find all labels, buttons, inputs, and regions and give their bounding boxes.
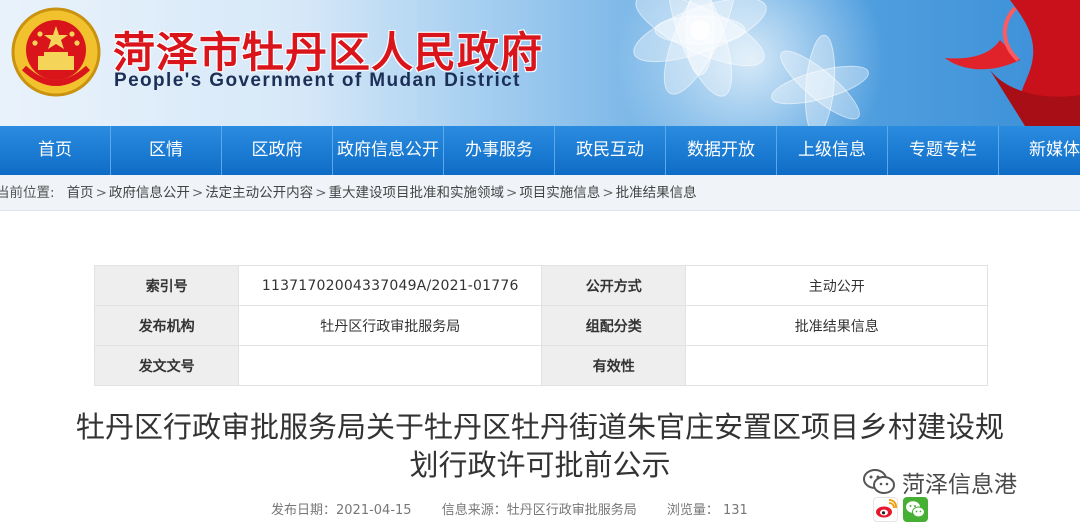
article-title-line-2: 划行政许可批前公示 xyxy=(409,448,671,482)
watermark-text: 菏泽信息港 xyxy=(902,472,1017,498)
article-title-line-1: 牡丹区行政审批服务局关于牡丹区牡丹街道朱官庄安置区项目乡村建设规 xyxy=(75,410,1004,444)
nav-item-open-data[interactable]: 数据开放 xyxy=(666,126,777,175)
document-number-label: 发文文号 xyxy=(93,345,240,386)
validity-value xyxy=(685,345,988,386)
watermark: 菏泽信息港 xyxy=(862,462,1017,502)
disclosure-method-label: 公开方式 xyxy=(541,265,687,306)
red-ribbon-decoration xyxy=(945,0,1080,126)
validity-label: 有效性 xyxy=(541,345,687,386)
breadcrumb-item-approval-results[interactable]: 批准结果信息 xyxy=(616,185,697,201)
breadcrumb-item-gov-info[interactable]: 政府信息公开 xyxy=(109,185,190,201)
breadcrumb-item-implementation[interactable]: 项目实施信息 xyxy=(519,185,600,201)
weibo-icon xyxy=(876,499,897,518)
index-number-label: 索引号 xyxy=(93,265,240,306)
table-row: 发布机构 牡丹区行政审批服务局 组配分类 批准结果信息 xyxy=(93,305,988,346)
breadcrumb-separator: > xyxy=(315,185,327,201)
site-banner: 菏泽市牡丹区人民政府 People's Government of Mudan … xyxy=(0,0,1080,126)
wechat-share-button[interactable] xyxy=(903,497,928,522)
wechat-channel-icon xyxy=(863,469,895,494)
flower-decoration xyxy=(633,0,869,126)
nav-item-district-info[interactable]: 区情 xyxy=(111,126,222,175)
weibo-share-button[interactable] xyxy=(873,497,898,522)
view-count: 浏览量： 131 xyxy=(666,503,748,518)
article-meta: 发布日期：2021-04-15 信息来源：牡丹区行政审批服务局 浏览量： 131 xyxy=(271,499,774,518)
nav-item-interaction[interactable]: 政民互动 xyxy=(555,126,666,175)
nav-item-services[interactable]: 办事服务 xyxy=(444,126,555,175)
nav-item-superior-info[interactable]: 上级信息 xyxy=(777,126,888,175)
breadcrumb-separator: > xyxy=(506,185,518,201)
breadcrumb-separator: > xyxy=(191,185,204,201)
breadcrumb-item-major-projects[interactable]: 重大建设项目批准和实施领域 xyxy=(329,185,505,201)
publish-date: 发布日期：2021-04-15 xyxy=(271,503,412,518)
publisher-label: 发布机构 xyxy=(93,305,240,346)
breadcrumb-separator: > xyxy=(602,185,614,201)
index-number-value: 11371702004337049A/2021-01776 xyxy=(238,265,543,306)
breadcrumb: 当前位置: 首页 > 政府信息公开 > 法定主动公开内容 > 重大建设项目批准和实施领域 > 项目… xyxy=(0,175,1080,211)
info-source: 信息来源：牡丹区行政审批服务局 xyxy=(441,503,637,518)
breadcrumb-separator: > xyxy=(95,185,107,201)
nav-item-special-topics[interactable]: 专题专栏 xyxy=(888,126,999,175)
nav-item-home[interactable]: 首页 xyxy=(0,126,111,175)
site-subtitle-en: People's Government of Mudan District xyxy=(114,70,521,91)
table-row: 发文文号 有效性 xyxy=(93,345,988,386)
table-row: 索引号 11371702004337049A/2021-01776 公开方式 主… xyxy=(93,265,988,306)
main-nav: 首页 区情 区政府 政府信息公开 办事服务 政民互动 数据开放 上级信息 专题专… xyxy=(0,126,1080,175)
nav-item-district-government[interactable]: 区政府 xyxy=(222,126,333,175)
publisher-value: 牡丹区行政审批服务局 xyxy=(238,305,543,346)
category-value: 批准结果信息 xyxy=(685,305,988,346)
nav-item-gov-info-disclosure[interactable]: 政府信息公开 xyxy=(333,126,444,175)
category-label: 组配分类 xyxy=(541,305,687,346)
wechat-icon xyxy=(906,501,925,518)
document-meta-table: 索引号 11371702004337049A/2021-01776 公开方式 主… xyxy=(93,265,988,386)
nav-item-new-media[interactable]: 新媒体 xyxy=(999,126,1080,175)
breadcrumb-label: 当前位置: xyxy=(0,185,55,201)
disclosure-method-value: 主动公开 xyxy=(685,265,988,306)
breadcrumb-item-home[interactable]: 首页 xyxy=(67,185,94,201)
breadcrumb-item-statutory[interactable]: 法定主动公开内容 xyxy=(205,185,313,201)
national-emblem-icon xyxy=(11,7,101,97)
document-number-value xyxy=(238,345,543,386)
